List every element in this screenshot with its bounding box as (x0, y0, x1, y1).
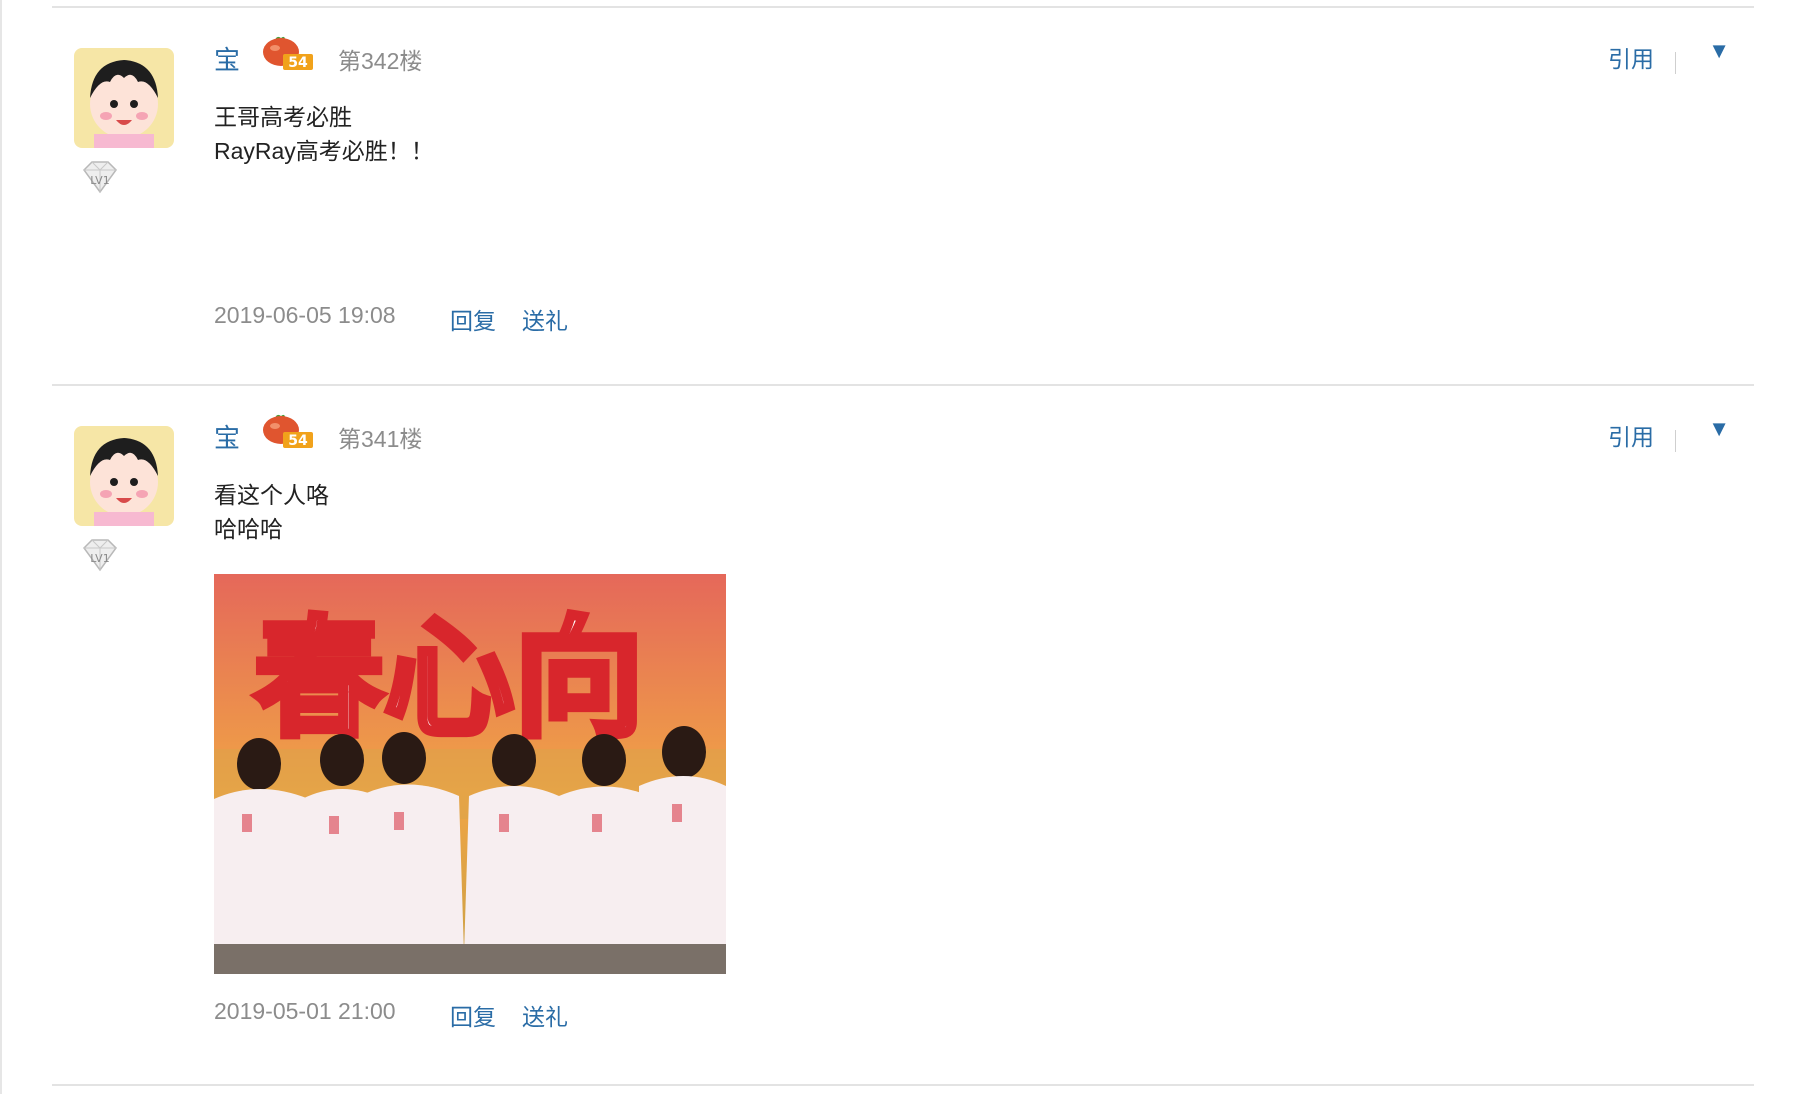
user-avatar[interactable] (74, 48, 174, 148)
post-floor-342: LV1 宝 54 第342楼 引用 ▼ 王哥高考必胜 RayRay高考必胜！！ … (52, 0, 1754, 380)
author-name[interactable]: 宝 (214, 418, 240, 455)
quote-link[interactable]: 引用 (1608, 40, 1654, 74)
floor-number: 第342楼 (338, 48, 423, 74)
divider (52, 1084, 1754, 1086)
content-line: 看这个人咯 (214, 482, 329, 508)
cartoon-girl-avatar-icon (74, 48, 174, 148)
content-line: 王哥高考必胜 (214, 104, 352, 130)
tomato-badge-icon: 54 (259, 34, 313, 71)
triangle-down-icon[interactable]: ▼ (1708, 38, 1730, 64)
post-image[interactable]: 春心向 (214, 574, 726, 974)
post-floor-341: LV1 宝 54 第341楼 引用 ▼ 看这个人咯 哈哈哈 春心向 2019-0… (52, 380, 1754, 1080)
post-timestamp: 2019-06-05 19:08 (214, 302, 396, 328)
cartoon-girl-avatar-icon (74, 426, 174, 526)
author-name[interactable]: 宝 (214, 40, 240, 77)
post-timestamp: 2019-05-01 21:00 (214, 998, 396, 1024)
badge-label: 54 (288, 433, 308, 448)
post-content: 王哥高考必胜 RayRay高考必胜！！ (214, 100, 434, 168)
post-content: 看这个人咯 哈哈哈 (214, 478, 329, 546)
badge-label: 54 (288, 55, 308, 70)
action-separator (1675, 430, 1676, 452)
level-label: LV1 (90, 174, 109, 187)
diamond-level-icon: LV1 (78, 538, 122, 572)
tomato-badge-icon: 54 (259, 412, 313, 449)
banner-text: 春心向 (254, 602, 644, 755)
quote-link[interactable]: 引用 (1608, 418, 1654, 452)
diamond-level-icon: LV1 (78, 160, 122, 194)
reply-link[interactable]: 回复 (450, 998, 496, 1032)
content-line: RayRay高考必胜！！ (214, 138, 434, 164)
send-gift-link[interactable]: 送礼 (522, 998, 568, 1032)
action-separator (1675, 52, 1676, 74)
reply-link[interactable]: 回复 (450, 302, 496, 336)
content-line: 哈哈哈 (214, 516, 283, 542)
level-label: LV1 (90, 552, 109, 565)
user-avatar[interactable] (74, 426, 174, 526)
comment-thread: LV1 宝 54 第342楼 引用 ▼ 王哥高考必胜 RayRay高考必胜！！ … (0, 0, 1804, 1094)
send-gift-link[interactable]: 送礼 (522, 302, 568, 336)
floor-number: 第341楼 (338, 426, 423, 452)
triangle-down-icon[interactable]: ▼ (1708, 416, 1730, 442)
